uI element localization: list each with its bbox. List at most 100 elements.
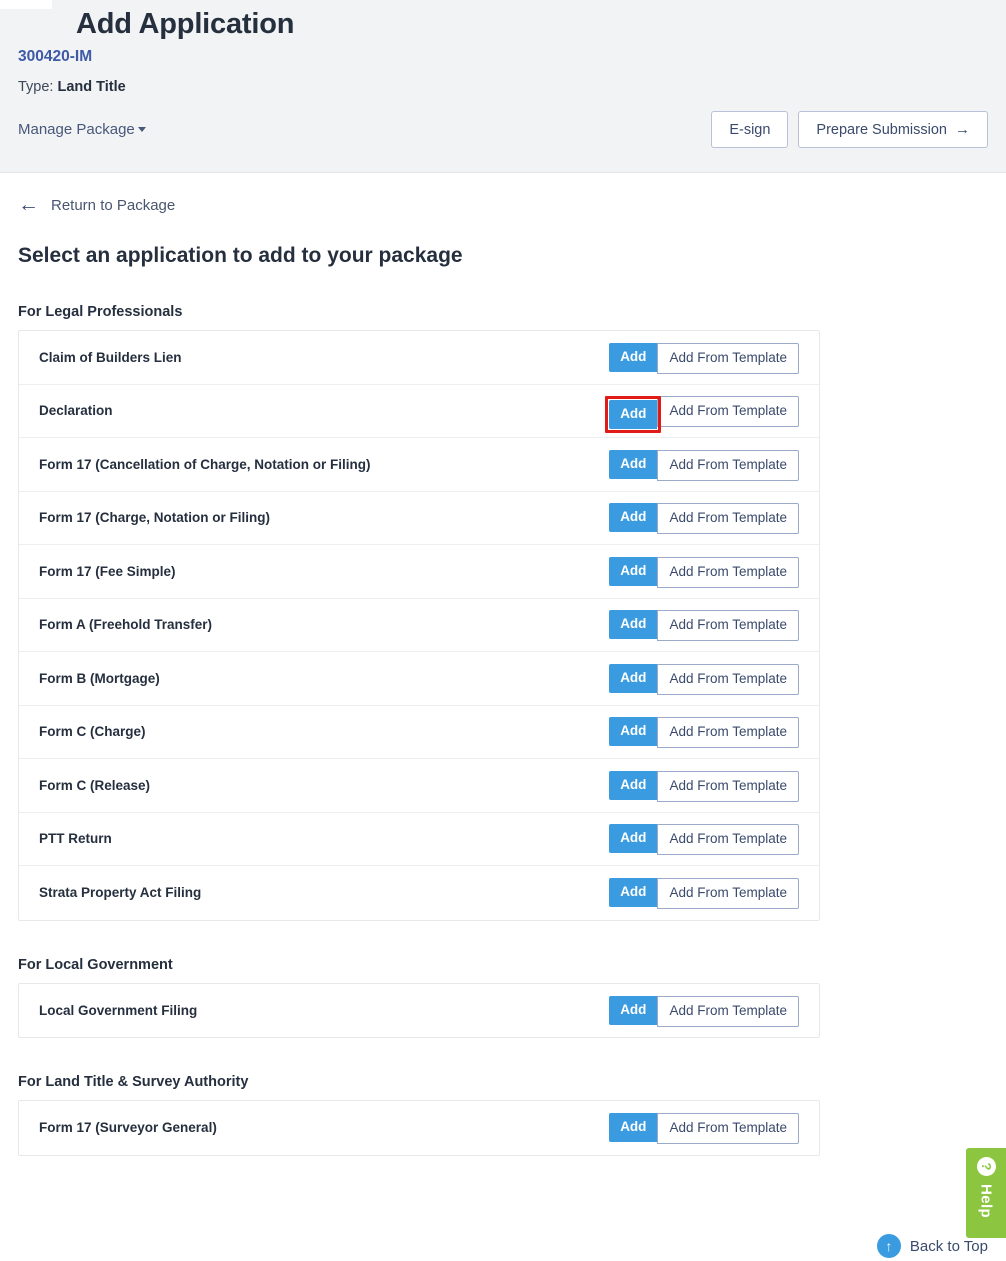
row-actions: Add Add From Template	[609, 502, 799, 535]
table-row: Claim of Builders Lien Add Add From Templa…	[19, 331, 819, 385]
add-button[interactable]: Add	[609, 663, 658, 693]
package-id: 300420-IM	[18, 48, 93, 65]
back-to-top-button[interactable]: ↑ Back to Top	[876, 1234, 988, 1258]
add-button[interactable]: Add	[609, 1113, 658, 1143]
add-from-template-button[interactable]: Add From Template	[657, 342, 799, 374]
add-from-template-button[interactable]: Add From Template	[657, 995, 799, 1027]
row-actions: Add Add From Template	[609, 877, 799, 910]
manage-package-dropdown[interactable]: Manage Package	[18, 121, 146, 138]
chevron-down-icon	[137, 126, 146, 132]
application-table: Claim of Builders Lien Add Add From Templa…	[18, 330, 820, 921]
group-label: For Local Government	[18, 956, 173, 973]
application-name: Form C (Release)	[39, 777, 151, 793]
back-to-top-label: Back to Top	[909, 1237, 988, 1255]
add-from-template-button[interactable]: Add From Template	[657, 1113, 799, 1145]
table-row: Form 17 (Cancellation of Charge, Notatio…	[19, 438, 819, 492]
add-from-template-button[interactable]: Add From Template	[657, 824, 799, 856]
return-to-package-link[interactable]: ← Return to Package	[18, 193, 176, 216]
add-button[interactable]: Add	[609, 610, 658, 640]
help-label: Help	[977, 1184, 995, 1219]
help-tab[interactable]: ? Help	[966, 1148, 1006, 1238]
row-actions: Add Add From Template	[609, 716, 799, 749]
add-from-template-button[interactable]: Add From Template	[657, 503, 799, 535]
section-heading: Select an application to add to your pac…	[18, 244, 463, 267]
row-actions: Add Add From Template	[609, 995, 799, 1027]
arrow-left-icon: ←	[18, 193, 39, 216]
add-button[interactable]: Add	[609, 342, 658, 372]
arrow-up-icon: ↑	[876, 1234, 901, 1258]
add-from-template-button[interactable]: Add From Template	[657, 449, 799, 481]
application-name: Form 17 (Surveyor General)	[39, 1120, 217, 1136]
add-button[interactable]: Add	[609, 995, 658, 1025]
row-actions: Add Add From Template	[609, 1112, 799, 1145]
application-name: Strata Property Act Filing	[39, 885, 202, 901]
manage-package-label: Manage Package	[18, 121, 135, 138]
row-actions: Add Add From Template	[609, 823, 799, 856]
table-row: Form 17 (Charge, Notation or Filing) Add A…	[19, 492, 819, 545]
add-button[interactable]: Add	[609, 824, 658, 854]
type-value: Land Title	[57, 79, 126, 95]
add-button[interactable]: Add	[609, 770, 658, 800]
application-name: Form A (Freehold Transfer)	[39, 617, 213, 633]
main-content: ← Return to Package Select an applicatio…	[0, 193, 1006, 1156]
table-row: Strata Property Act Filing Add Add From Te…	[19, 866, 819, 920]
header-actions: E-sign Prepare Submission →	[711, 111, 988, 148]
add-from-template-button[interactable]: Add From Template	[657, 556, 799, 588]
add-from-template-button[interactable]: Add From Template	[657, 717, 799, 749]
row-actions: Add Add From Template	[609, 449, 799, 481]
row-actions: Add Add From Template	[609, 770, 799, 802]
question-mark-icon: ?	[976, 1157, 996, 1176]
row-actions: Add Add From Template	[609, 342, 799, 374]
add-button[interactable]: Add	[609, 449, 658, 479]
package-type: Type: Land Title	[18, 79, 988, 95]
application-name: Form C (Charge)	[39, 724, 146, 740]
application-name: Local Government Filing	[39, 1002, 198, 1018]
add-button[interactable]: Add	[609, 400, 658, 430]
application-name: Form 17 (Charge, Notation or Filing)	[39, 510, 271, 526]
application-table: Local Government Filing Add Add From Templ…	[18, 982, 820, 1038]
type-label: Type:	[18, 79, 54, 95]
table-row: Form B (Mortgage) Add Add From Template	[19, 652, 819, 706]
page-title: Add Application	[76, 8, 295, 40]
arrow-right-icon: →	[955, 121, 970, 138]
table-row: Form A (Freehold Transfer) Add Add From Te…	[19, 599, 819, 652]
table-row: Form C (Charge) Add Add From Template	[19, 706, 819, 759]
add-button[interactable]: Add	[609, 717, 658, 747]
add-from-template-button[interactable]: Add From Template	[657, 878, 799, 910]
page-header: Add Application 300420-IM Type: Land Tit…	[0, 0, 1006, 173]
application-name: Form 17 (Fee Simple)	[39, 563, 176, 579]
table-row: Form 17 (Fee Simple) Add Add From Template	[19, 545, 819, 599]
table-row: Declaration Add Add From Template	[19, 385, 819, 438]
row-actions: Add Add From Template	[609, 609, 799, 642]
add-from-template-button[interactable]: Add From Template	[657, 770, 799, 802]
group-label: For Legal Professionals	[18, 304, 183, 320]
application-name: Form 17 (Cancellation of Charge, Notatio…	[39, 456, 371, 472]
row-actions: Add Add From Template	[609, 395, 799, 430]
row-actions: Add Add From Template	[609, 556, 799, 588]
add-button[interactable]: Add	[609, 878, 658, 908]
header-corner-notch	[0, 0, 52, 9]
prepare-submission-label: Prepare Submission	[816, 122, 947, 138]
application-table: Form 17 (Surveyor General) Add Add From Te…	[18, 1100, 820, 1156]
esign-label: E-sign	[729, 121, 771, 138]
return-to-package-label: Return to Package	[51, 197, 176, 214]
application-name: PTT Return	[39, 831, 112, 847]
esign-button[interactable]: E-sign	[711, 111, 789, 148]
prepare-submission-button[interactable]: Prepare Submission →	[798, 111, 988, 148]
table-row: PTT Return Add Add From Template	[19, 813, 819, 866]
application-groups: For Legal Professionals Claim of Builders…	[18, 304, 988, 1156]
group-label: For Land Title & Survey Authority	[18, 1074, 249, 1090]
application-name: Declaration	[39, 403, 113, 419]
add-from-template-button[interactable]: Add From Template	[657, 396, 799, 428]
add-from-template-button[interactable]: Add From Template	[657, 663, 799, 695]
application-name: Claim of Builders Lien	[39, 349, 182, 365]
add-from-template-button[interactable]: Add From Template	[657, 610, 799, 642]
table-row: Form C (Release) Add Add From Template	[19, 759, 819, 813]
table-row: Local Government Filing Add Add From Templ…	[19, 984, 819, 1038]
add-button[interactable]: Add	[609, 556, 658, 586]
add-button[interactable]: Add	[609, 503, 658, 533]
table-row: Form 17 (Surveyor General) Add Add From Te…	[19, 1101, 819, 1155]
header-bottom-row: Manage Package E-sign Prepare Submission…	[18, 111, 988, 148]
application-name: Form B (Mortgage)	[39, 670, 160, 686]
row-actions: Add Add From Template	[609, 663, 799, 695]
